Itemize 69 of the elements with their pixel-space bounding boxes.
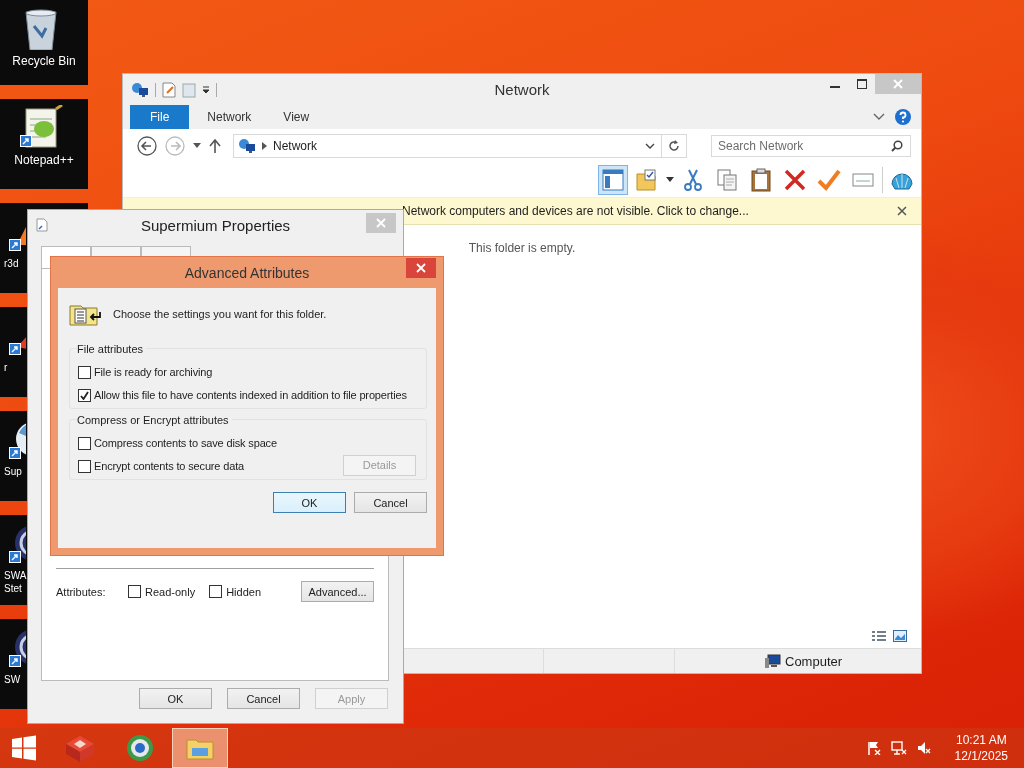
prompt-text: Choose the settings you want for this folder.	[113, 308, 327, 320]
large-icons-view-icon[interactable]	[893, 630, 907, 642]
search-field[interactable]: Search Network	[711, 135, 911, 157]
address-bar[interactable]: Network	[233, 134, 662, 158]
checkbox[interactable]	[78, 388, 91, 402]
ribbon-tab[interactable]: View	[269, 105, 324, 129]
back-icon[interactable]	[137, 136, 157, 156]
expand-ribbon-icon[interactable]	[873, 113, 885, 121]
dialog-button[interactable]: OK	[139, 688, 212, 709]
desktop-icon-label[interactable]: r	[4, 361, 8, 374]
help-icon[interactable]	[895, 109, 911, 125]
maximize-icon[interactable]	[856, 79, 867, 89]
flag-icon[interactable]	[866, 741, 881, 755]
document-icon	[36, 218, 48, 232]
checkbox[interactable]	[128, 585, 141, 598]
dialog-button[interactable]: Cancel	[354, 492, 427, 513]
desktop-icon-label[interactable]: Sup	[4, 465, 22, 478]
dropdown-icon[interactable]	[202, 84, 210, 95]
network-icon	[238, 138, 256, 154]
dialog-button[interactable]: Cancel	[227, 688, 300, 709]
checkbox-label[interactable]: Encrypt contents to secure data	[94, 460, 245, 472]
breadcrumb-arrow-icon	[262, 142, 267, 150]
checkbox-label[interactable]: Compress contents to save disk space	[94, 437, 277, 449]
window-title: Network	[494, 81, 550, 98]
folder-list-icon	[69, 302, 101, 326]
start-icon[interactable]	[11, 735, 37, 761]
file-tab[interactable]: File	[130, 105, 190, 129]
checkbox[interactable]	[78, 459, 91, 473]
dialog-title: Advanced Attributes	[184, 264, 310, 281]
refresh-button[interactable]	[662, 134, 687, 158]
group-title: File attributes	[77, 342, 147, 356]
volume-muted-icon[interactable]	[916, 741, 931, 755]
attributes-label: Attributes:	[56, 585, 107, 598]
refresh-icon[interactable]	[668, 140, 680, 152]
dropdown-icon[interactable]	[645, 143, 655, 149]
clock-date[interactable]: 12/1/2025	[954, 748, 1008, 764]
advanced-button[interactable]: Advanced...	[301, 581, 374, 602]
history-dropdown-icon[interactable]	[193, 143, 201, 149]
checkbox-label[interactable]: File is ready for archiving	[94, 366, 213, 378]
desktop-icon-label[interactable]: Recycle Bin	[12, 54, 76, 68]
group-title: Compress or Encrypt attributes	[77, 413, 232, 427]
ribbon-tab[interactable]: Network	[193, 105, 266, 129]
status-location: Computer	[785, 653, 843, 669]
clock-time[interactable]: 10:21 AM	[955, 732, 1007, 748]
dialog-button[interactable]: OK	[273, 492, 346, 513]
checkbox[interactable]	[78, 365, 91, 379]
desktop-icon-label[interactable]: SWA Stet	[4, 569, 27, 595]
up-icon[interactable]	[209, 139, 221, 153]
computer-icon	[765, 654, 781, 668]
checkbox-label[interactable]: Read-only	[145, 585, 196, 598]
preview-pane-icon[interactable]	[598, 165, 628, 195]
desktop-icon-label[interactable]: Notepad++	[14, 153, 74, 167]
close-icon[interactable]	[897, 206, 907, 216]
address-text: Network	[273, 139, 318, 153]
dropdown-icon[interactable]	[666, 177, 674, 183]
empty-folder-message: This folder is empty.	[468, 241, 576, 255]
search-icon[interactable]	[891, 140, 903, 152]
network-icon[interactable]	[131, 81, 149, 98]
desktop-icon-label[interactable]: SW	[4, 673, 21, 686]
desktop-icon-label[interactable]: r3d	[4, 257, 19, 270]
checkbox-label[interactable]: Hidden	[226, 585, 261, 598]
details-view-icon[interactable]	[871, 630, 887, 642]
close-button[interactable]	[406, 257, 436, 278]
checkbox[interactable]	[78, 436, 91, 450]
properties-icon[interactable]	[162, 81, 176, 98]
checkbox[interactable]	[209, 585, 223, 598]
checkbox-label[interactable]: Allow this file to have contents indexed in addition to file properties	[94, 389, 407, 401]
window-title: Supermium Properties	[140, 216, 291, 234]
network-status-icon[interactable]	[890, 741, 907, 755]
